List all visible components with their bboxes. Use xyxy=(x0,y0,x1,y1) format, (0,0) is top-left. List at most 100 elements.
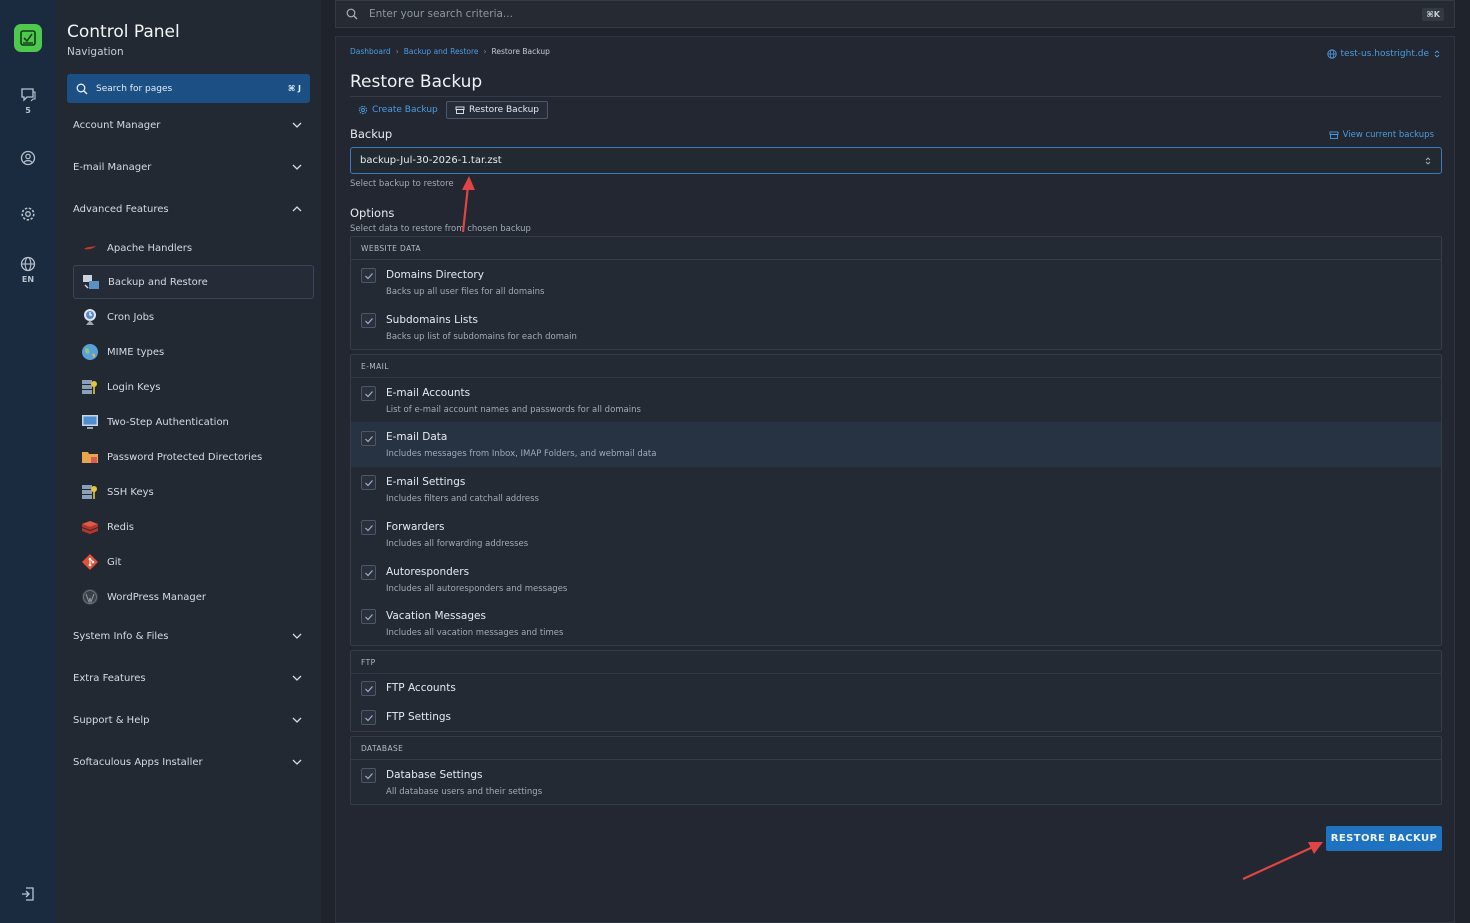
option-name: Database Settings xyxy=(386,769,483,781)
global-search-input[interactable]: Enter your search criteria... xyxy=(369,8,1422,20)
checkbox[interactable] xyxy=(361,313,376,328)
option-database-settings[interactable]: Database Settings All database users and… xyxy=(351,760,1441,805)
sidebar-item-wordpress-manager[interactable]: WordPress Manager xyxy=(73,580,314,614)
tab-create-backup[interactable]: Create Backup xyxy=(350,101,446,119)
rail-settings[interactable] xyxy=(0,206,56,222)
gear-icon xyxy=(358,105,368,115)
globe-icon xyxy=(20,256,36,272)
option-subdomains-lists[interactable]: Subdomains Lists Backs up list of subdom… xyxy=(351,305,1441,350)
check-icon xyxy=(364,390,373,397)
chevron-up-icon xyxy=(292,206,302,212)
sidebar-search[interactable]: Search for pages ⌘ J xyxy=(67,74,310,103)
checkbox[interactable] xyxy=(361,268,376,283)
view-current-backups-link[interactable]: View current backups xyxy=(1329,130,1434,140)
option-desc: All database users and their settings xyxy=(386,787,543,797)
view-current-backups-label: View current backups xyxy=(1342,130,1434,140)
sidebar-item-mime-types[interactable]: MIME types xyxy=(73,335,314,369)
tab-label: Restore Backup xyxy=(469,105,540,115)
option-email-accounts[interactable]: E-mail Accounts List of e-mail account n… xyxy=(351,378,1441,422)
check-icon xyxy=(364,435,373,442)
global-search-shortcut: ⌘K xyxy=(1422,7,1444,21)
backup-select[interactable]: backup-Jul-30-2026-1.tar.zst xyxy=(350,147,1442,174)
checkbox[interactable] xyxy=(361,431,376,446)
chevron-down-icon xyxy=(292,122,302,128)
breadcrumb-current: Restore Backup xyxy=(491,47,550,56)
app-logo[interactable] xyxy=(14,24,42,52)
option-autoresponders[interactable]: Autoresponders Includes all autoresponde… xyxy=(351,557,1441,602)
sidebar-item-label: Password Protected Directories xyxy=(107,451,263,463)
section-softaculous[interactable]: Softaculous Apps Installer xyxy=(73,752,303,772)
option-ftp-settings[interactable]: FTP Settings xyxy=(351,703,1441,732)
breadcrumb-dashboard[interactable]: Dashboard xyxy=(350,47,391,56)
tab-restore-backup[interactable]: Restore Backup xyxy=(446,101,549,119)
section-label: Support & Help xyxy=(73,714,150,726)
sidebar-item-backup-and-restore[interactable]: Backup and Restore xyxy=(73,265,314,299)
checkbox[interactable] xyxy=(361,520,376,535)
checkbox[interactable] xyxy=(361,768,376,783)
sidebar-item-git[interactable]: Git xyxy=(73,545,314,579)
restore-backup-button[interactable]: RESTORE BACKUP xyxy=(1326,826,1442,851)
section-label: Advanced Features xyxy=(73,203,169,215)
sidebar-item-label: Backup and Restore xyxy=(108,276,208,288)
sidebar-item-ssh-keys[interactable]: SSH Keys xyxy=(73,475,314,509)
option-name: Domains Directory xyxy=(386,269,484,281)
chevron-down-icon xyxy=(292,717,302,723)
sidebar-search-shortcut: ⌘ J xyxy=(287,84,301,93)
domain-name: test-us.hostright.de xyxy=(1340,49,1429,59)
rail-profile[interactable] xyxy=(0,150,56,166)
sidebar-item-label: Redis xyxy=(107,521,134,533)
sidebar-item-label: WordPress Manager xyxy=(107,591,207,603)
sidebar-item-login-keys[interactable]: Login Keys xyxy=(73,370,314,404)
section-account-manager[interactable]: Account Manager xyxy=(73,115,303,135)
group-ftp: FTP FTP Accounts FTP Settings xyxy=(350,650,1442,732)
user-icon xyxy=(20,150,36,166)
sidebar-item-label: Two-Step Authentication xyxy=(107,416,229,428)
checkbox[interactable] xyxy=(361,386,376,401)
sidebar-item-label: Git xyxy=(107,556,122,568)
icon-rail: 5 EN xyxy=(0,0,56,923)
section-advanced-features[interactable]: Advanced Features xyxy=(73,199,303,219)
clock-icon xyxy=(81,308,99,326)
sidebar-item-two-step-authentication[interactable]: Two-Step Authentication xyxy=(73,405,314,439)
section-system-info-files[interactable]: System Info & Files xyxy=(73,626,303,646)
option-email-data[interactable]: E-mail Data Includes messages from Inbox… xyxy=(351,422,1441,467)
breadcrumb-backup-and-restore[interactable]: Backup and Restore xyxy=(404,47,479,56)
sidebar-item-password-protected-directories[interactable]: Password Protected Directories xyxy=(73,440,314,474)
option-desc: Includes all forwarding addresses xyxy=(386,539,529,549)
options-subtitle: Select data to restore from chosen backu… xyxy=(350,224,531,234)
check-icon xyxy=(364,685,373,692)
sidebar-item-apache-handlers[interactable]: Apache Handlers xyxy=(73,231,314,265)
option-ftp-accounts[interactable]: FTP Accounts xyxy=(351,674,1441,703)
section-extra-features[interactable]: Extra Features xyxy=(73,668,303,688)
page-title: Restore Backup xyxy=(350,72,483,92)
option-email-settings[interactable]: E-mail Settings Includes filters and cat… xyxy=(351,467,1441,512)
backup-icon xyxy=(82,273,100,291)
option-vacation-messages[interactable]: Vacation Messages Includes all vacation … xyxy=(351,601,1441,646)
rail-language[interactable]: EN xyxy=(0,256,56,284)
sort-icon xyxy=(1425,156,1431,165)
option-desc: Backs up list of subdomains for each dom… xyxy=(386,332,577,342)
option-name: FTP Settings xyxy=(386,711,452,723)
checkbox[interactable] xyxy=(361,609,376,624)
rail-logout[interactable] xyxy=(0,886,56,902)
option-desc: Includes all autoresponders and messages xyxy=(386,584,568,594)
domain-selector[interactable]: test-us.hostright.de xyxy=(1326,49,1441,59)
checkbox[interactable] xyxy=(361,710,376,725)
section-label: System Info & Files xyxy=(73,630,169,642)
sidebar-subtitle: Navigation xyxy=(67,46,124,58)
wordpress-icon xyxy=(81,588,99,606)
option-forwarders[interactable]: Forwarders Includes all forwarding addre… xyxy=(351,512,1441,557)
global-search-bar[interactable]: Enter your search criteria... ⌘K xyxy=(335,0,1455,28)
chevron-down-icon xyxy=(292,759,302,765)
checkbox[interactable] xyxy=(361,565,376,580)
sidebar-item-redis[interactable]: Redis xyxy=(73,510,314,544)
chevron-down-icon xyxy=(292,164,302,170)
checkbox[interactable] xyxy=(361,681,376,696)
check-icon xyxy=(364,772,373,779)
rail-chat[interactable]: 5 xyxy=(0,86,56,115)
checkbox[interactable] xyxy=(361,475,376,490)
option-domains-directory[interactable]: Domains Directory Backs up all user file… xyxy=(351,260,1441,305)
section-email-manager[interactable]: E-mail Manager xyxy=(73,157,303,177)
sidebar-item-cron-jobs[interactable]: Cron Jobs xyxy=(73,300,314,334)
section-support-help[interactable]: Support & Help xyxy=(73,710,303,730)
